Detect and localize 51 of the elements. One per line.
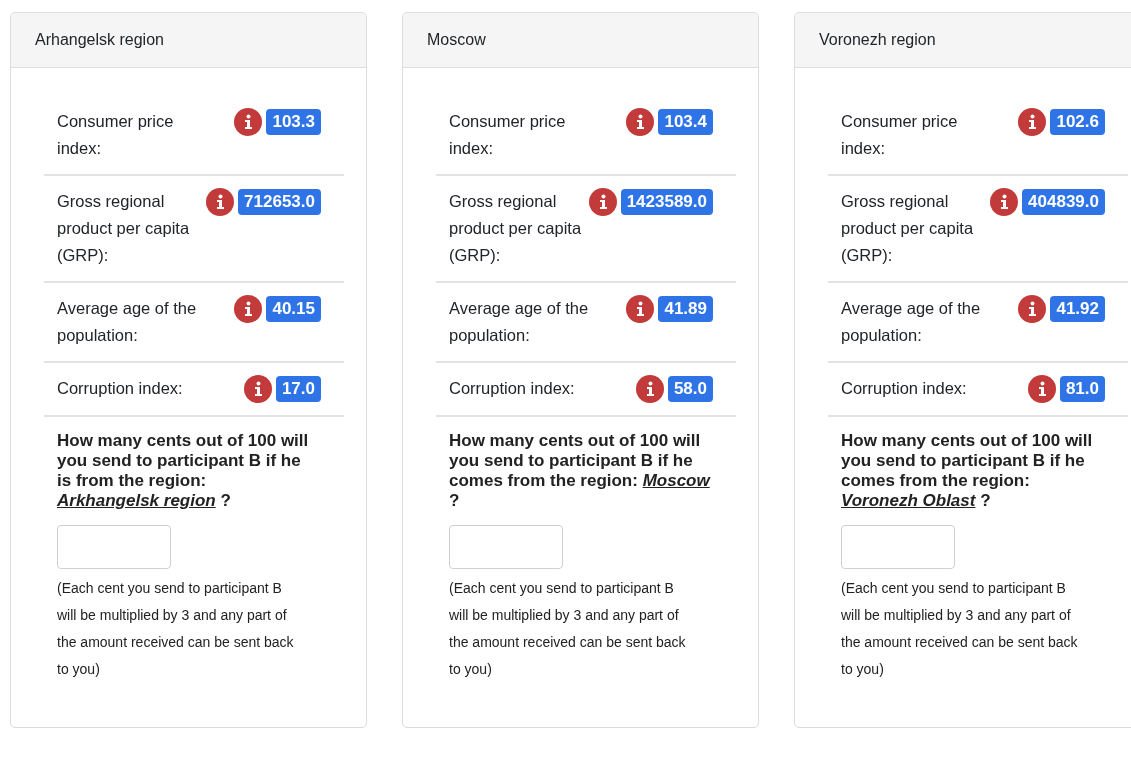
indicator-label: Corruption index: [57, 378, 183, 399]
card-header: Voronezh region [795, 13, 1131, 68]
info-icon[interactable] [1027, 375, 1056, 403]
info-icon[interactable] [1018, 108, 1047, 136]
info-icon[interactable] [1018, 295, 1047, 323]
value-badge: 58.0 [667, 376, 713, 402]
value-badge: 1423589.0 [620, 189, 713, 215]
cents-input[interactable] [449, 525, 563, 569]
info-icon[interactable] [588, 188, 617, 216]
value-badge: 40.15 [266, 296, 321, 322]
indicator-label: Consumer price index: [57, 111, 175, 159]
indicator-label: Consumer price index: [449, 111, 567, 159]
note-text: (Each cent you send to participant B will be multiplied by 3 and any part of the amount received can be sent back to you) [57, 579, 295, 679]
cents-input[interactable] [841, 525, 955, 569]
info-icon[interactable] [234, 295, 263, 323]
indicator-label: Corruption index: [449, 378, 575, 399]
value-badge: 81.0 [1059, 376, 1105, 402]
value-badge: 102.6 [1050, 109, 1105, 135]
indicator-label: Consumer price index: [841, 111, 959, 159]
value-badge: 404839.0 [1022, 189, 1105, 215]
info-icon[interactable] [626, 108, 655, 136]
indicator-label: Gross regional product per capita (GRP): [57, 191, 191, 266]
value-badge: 17.0 [275, 376, 321, 402]
region-link[interactable]: Moscow [642, 471, 710, 490]
indicator-label: Average age of the population: [57, 298, 198, 346]
info-icon[interactable] [206, 188, 235, 216]
value-badge: 41.89 [658, 296, 713, 322]
value-badge: 712653.0 [238, 189, 321, 215]
info-icon[interactable] [243, 375, 272, 403]
indicator-label: Corruption index: [841, 378, 967, 399]
info-icon[interactable] [234, 108, 263, 136]
indicator-label: Gross regional product per capita (GRP): [841, 191, 975, 266]
value-badge: 103.3 [266, 109, 321, 135]
card-header: Arhangelsk region [11, 13, 366, 68]
value-badge: 103.4 [658, 109, 713, 135]
question-text: How many cents out of 100 will you send to participant B if he is from the region: Arkhangelsk region ? [57, 431, 310, 511]
indicator-label: Average age of the population: [449, 298, 590, 346]
region-link[interactable]: Voronezh Oblast [841, 491, 976, 510]
indicator-label: Gross regional product per capita (GRP): [449, 191, 583, 266]
info-icon[interactable] [626, 295, 655, 323]
value-badge: 41.92 [1050, 296, 1105, 322]
note-text: (Each cent you send to participant B will be multiplied by 3 and any part of the amount received can be sent back to you) [841, 579, 1079, 679]
info-icon[interactable] [990, 188, 1019, 216]
cents-input[interactable] [57, 525, 171, 569]
question-text: How many cents out of 100 will you send to participant B if he comes from the region: Moscow ? [449, 431, 711, 511]
info-icon[interactable] [635, 375, 664, 403]
card-header: Moscow [403, 13, 758, 68]
question-text: How many cents out of 100 will you send to participant B if he comes from the region: Voronezh Oblast ? [841, 431, 1094, 511]
note-text: (Each cent you send to participant B will be multiplied by 3 and any part of the amount received can be sent back to you) [449, 579, 687, 679]
region-link[interactable]: Arkhangelsk region [57, 491, 216, 510]
indicator-label: Average age of the population: [841, 298, 982, 346]
